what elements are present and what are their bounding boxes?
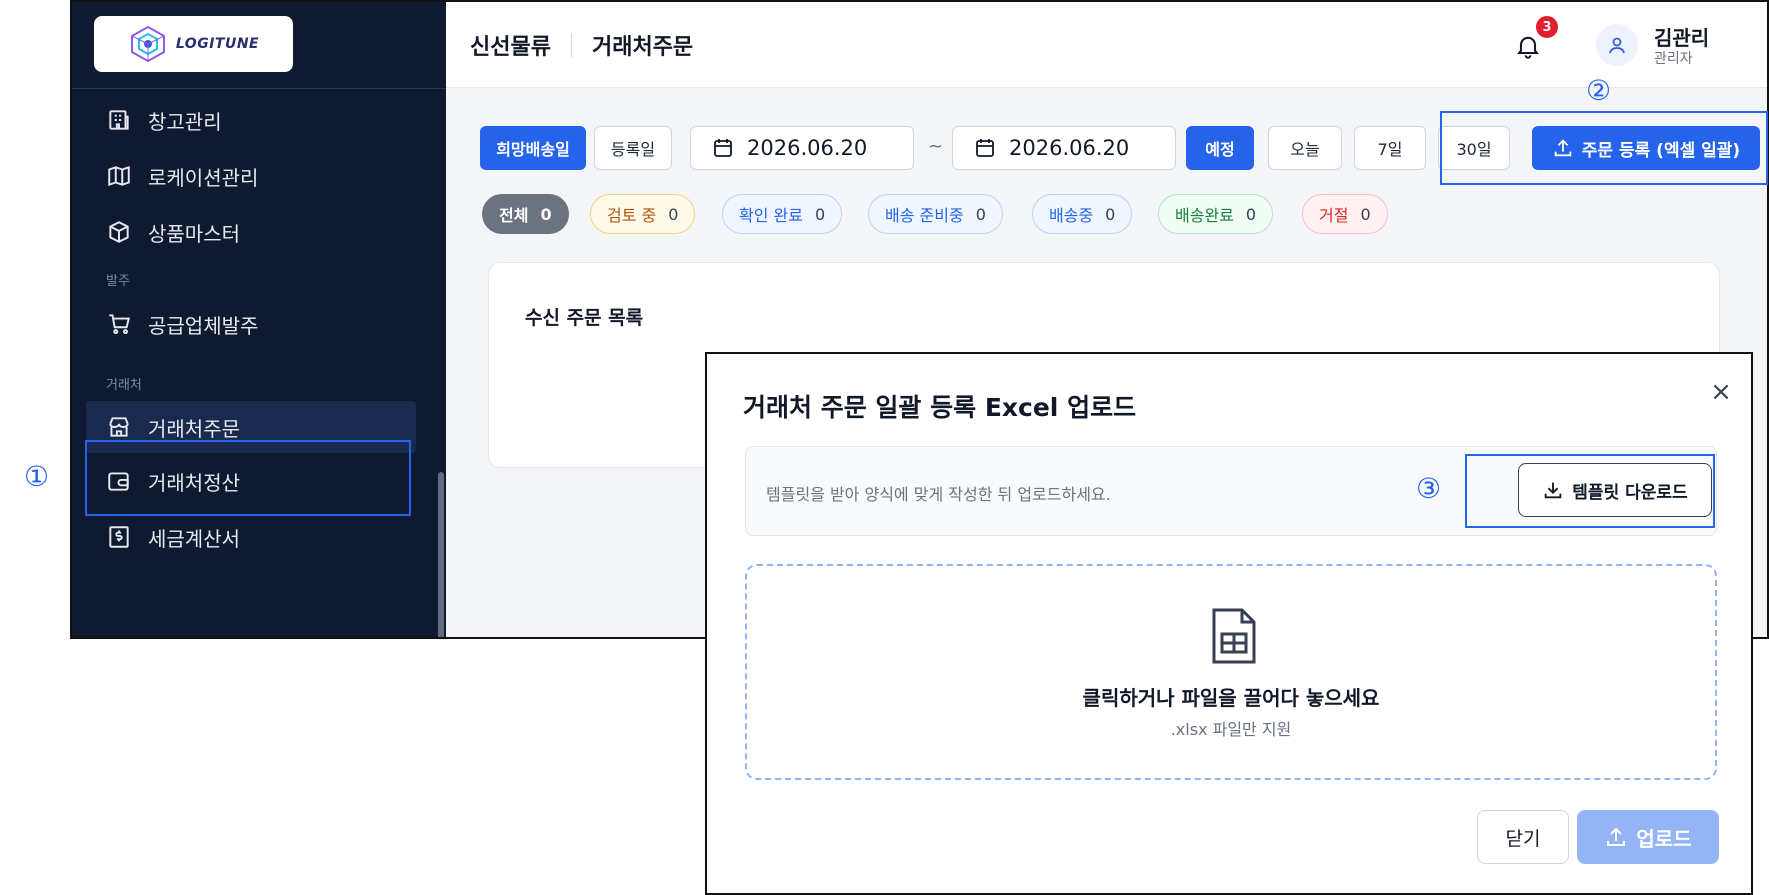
date-type-registered[interactable]: 등록일	[594, 126, 672, 170]
status-pill-label: 배송완료	[1175, 206, 1234, 225]
user-name: 김관리	[1654, 26, 1710, 50]
cart-icon	[109, 314, 130, 335]
sidebar-item-label: 로케이션관리	[148, 165, 259, 190]
sidebar-item-label: 세금계산서	[148, 526, 240, 551]
status-pill-label: 확인 완료	[739, 206, 803, 225]
status-pill-count: 0	[975, 204, 986, 224]
status-pill-label: 전체	[499, 206, 529, 225]
status-pill-label: 검토 중	[607, 206, 657, 225]
start-date-field[interactable]: 2026.06.20	[690, 126, 914, 170]
annotation-box-2	[1440, 111, 1768, 185]
upload-icon	[1607, 827, 1626, 846]
status-pill-count: 0	[668, 204, 679, 224]
sidebar-item-label: 공급업체발주	[148, 313, 259, 338]
breadcrumb-separator	[570, 33, 572, 57]
modal-upload-label: 업로드	[1636, 826, 1692, 851]
status-pill-count: 0	[540, 204, 552, 224]
logo[interactable]: LOGITUNE	[94, 16, 293, 72]
annotation-number-1: ①	[24, 460, 50, 493]
dropzone-main-text: 클릭하거나 파일을 끌어다 놓으세요	[1082, 686, 1380, 710]
sidebar-item-product[interactable]: 상품마스터	[86, 206, 416, 258]
status-pill-label: 배송 준비중	[885, 206, 964, 225]
end-date-field[interactable]: 2026.06.20	[952, 126, 1176, 170]
sidebar-item-warehouse[interactable]: 창고관리	[86, 94, 416, 146]
status-pill-label: 배송중	[1049, 206, 1094, 225]
status-pill-count: 0	[1245, 204, 1257, 224]
status-pill-shipping[interactable]: 배송중 0	[1032, 194, 1133, 234]
status-pill-preparing[interactable]: 배송 준비중 0	[868, 194, 1003, 234]
sidebar-item-supplier-order[interactable]: 공급업체발주	[86, 298, 416, 350]
user-icon	[1609, 37, 1625, 54]
breadcrumb: 신선물류 거래처주문	[470, 29, 693, 61]
status-pill-label: 거절	[1319, 206, 1349, 225]
date-type-desired-delivery[interactable]: 희망배송일	[480, 126, 586, 170]
preset-7days-button[interactable]: 7일	[1354, 126, 1426, 170]
user-role: 관리자	[1654, 51, 1693, 67]
end-date-value: 2026.06.20	[1009, 136, 1130, 160]
nav-section-client: 거래처	[106, 378, 142, 393]
status-pill-count: 0	[1105, 204, 1116, 224]
status-pill-count: 0	[814, 204, 826, 224]
box-icon	[109, 221, 129, 243]
breadcrumb-company: 신선물류	[470, 35, 551, 60]
dropzone-sub-text: .xlsx 파일만 지원	[1170, 720, 1292, 739]
file-spreadsheet-icon	[1212, 608, 1256, 664]
annotation-number-3: ③	[1416, 472, 1442, 505]
warehouse-icon	[109, 110, 129, 130]
excel-upload-modal: 거래처 주문 일괄 등록 Excel 업로드 × 템플릿을 받아 양식에 맞게 …	[705, 352, 1753, 895]
calendar-icon	[976, 139, 994, 157]
status-pill-reviewing[interactable]: 검토 중 0	[590, 194, 696, 234]
start-date-value: 2026.06.20	[747, 136, 868, 160]
modal-close-button[interactable]: 닫기	[1477, 810, 1569, 864]
page-title: 거래처주문	[591, 35, 694, 60]
modal-upload-button[interactable]: 업로드	[1577, 810, 1719, 864]
sidebar-item-label: 거래처주문	[148, 416, 240, 441]
notification-badge: 3	[1534, 14, 1560, 40]
map-icon	[108, 165, 130, 187]
sidebar-scrollbar[interactable]	[438, 472, 444, 637]
preset-today-button[interactable]: 오늘	[1268, 126, 1342, 170]
avatar[interactable]	[1596, 24, 1638, 66]
invoice-icon	[109, 526, 129, 548]
calendar-icon	[714, 139, 732, 157]
sidebar-item-location[interactable]: 로케이션관리	[86, 150, 416, 202]
status-pill-all[interactable]: 전체 0	[482, 194, 569, 234]
status-pill-rejected[interactable]: 거절 0	[1302, 194, 1388, 234]
close-icon[interactable]: ×	[1707, 378, 1735, 406]
modal-title: 거래처 주문 일괄 등록 Excel 업로드	[743, 393, 1137, 422]
template-hint: 템플릿을 받아 양식에 맞게 작성한 뒤 업로드하세요.	[766, 485, 1111, 504]
sidebar-item-label: 창고관리	[148, 109, 222, 134]
status-pill-count: 0	[1360, 204, 1371, 224]
sidebar-divider	[72, 88, 446, 89]
annotation-number-2: ②	[1586, 74, 1612, 107]
store-icon	[109, 417, 129, 437]
annotation-box-1	[85, 440, 411, 516]
sidebar-item-tax-invoice[interactable]: 세금계산서	[86, 511, 416, 563]
logo-text: LOGITUNE	[175, 36, 260, 52]
sidebar: LOGITUNE 창고관리 로케이션관리 상품마스터 발주 공급업체발주 거래처…	[72, 2, 446, 637]
nav-section-order: 발주	[106, 274, 130, 289]
sidebar-item-label: 상품마스터	[148, 221, 240, 246]
logo-cube-icon	[130, 25, 165, 63]
preset-scheduled-button[interactable]: 예정	[1186, 126, 1254, 170]
status-pill-confirmed[interactable]: 확인 완료 0	[722, 194, 843, 234]
annotation-box-3	[1465, 454, 1715, 528]
file-dropzone[interactable]: 클릭하거나 파일을 끌어다 놓으세요 .xlsx 파일만 지원	[745, 564, 1717, 780]
top-bar: 신선물류 거래처주문 3 김관리 관리자	[446, 2, 1767, 88]
status-pill-delivered[interactable]: 배송완료 0	[1158, 194, 1274, 234]
date-range-separator: ~	[928, 136, 944, 157]
order-list-title: 수신 주문 목록	[525, 307, 644, 329]
